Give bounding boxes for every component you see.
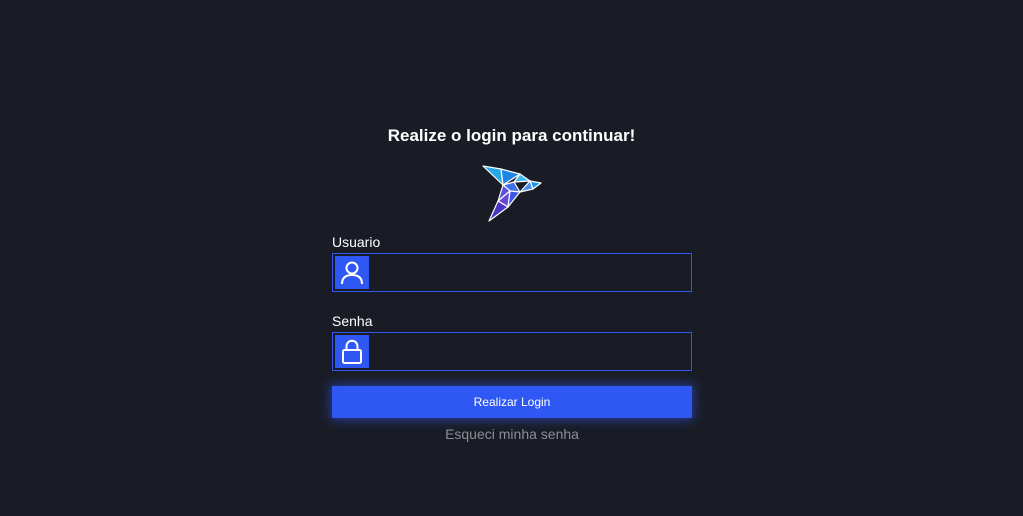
username-input[interactable] xyxy=(371,254,689,291)
password-label: Senha xyxy=(332,313,373,329)
origami-bird-icon xyxy=(481,163,543,223)
login-page: Realize o login para continuar! Usuario xyxy=(0,0,1023,516)
password-input[interactable] xyxy=(371,333,689,370)
username-field-wrapper xyxy=(332,253,692,292)
lock-icon xyxy=(335,335,369,368)
page-title: Realize o login para continuar! xyxy=(387,126,636,145)
forgot-password-link[interactable]: Esqueci minha senha xyxy=(332,426,692,442)
user-icon xyxy=(335,256,369,289)
login-form: Usuario Senha Realizar Login Esqueci min… xyxy=(332,234,692,442)
password-field-wrapper xyxy=(332,332,692,371)
login-button[interactable]: Realizar Login xyxy=(332,386,692,418)
username-label: Usuario xyxy=(332,234,381,250)
